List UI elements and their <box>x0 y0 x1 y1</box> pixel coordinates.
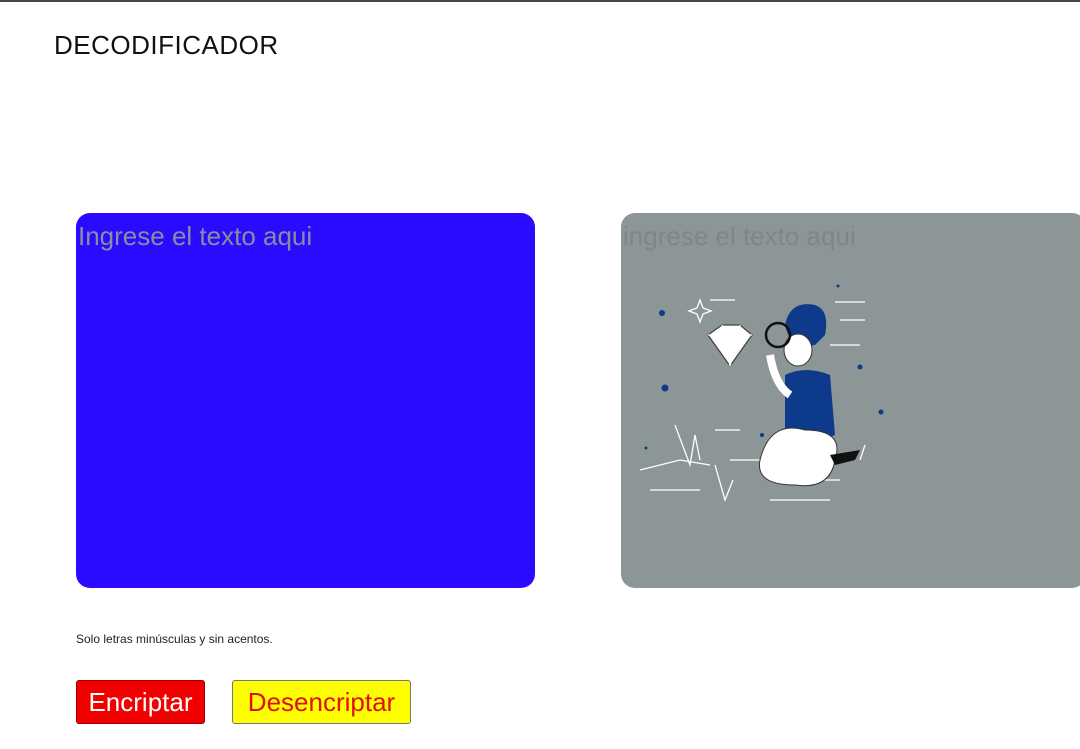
top-border <box>0 0 1080 2</box>
encrypt-button[interactable]: Encriptar <box>76 680 205 724</box>
output-textarea[interactable] <box>621 213 1080 588</box>
page-title: DECODIFICADOR <box>54 30 279 60</box>
decrypt-button[interactable]: Desencriptar <box>232 680 411 724</box>
input-hint: Solo letras minúsculas y sin acentos. <box>76 632 273 646</box>
text-input[interactable] <box>76 213 535 588</box>
